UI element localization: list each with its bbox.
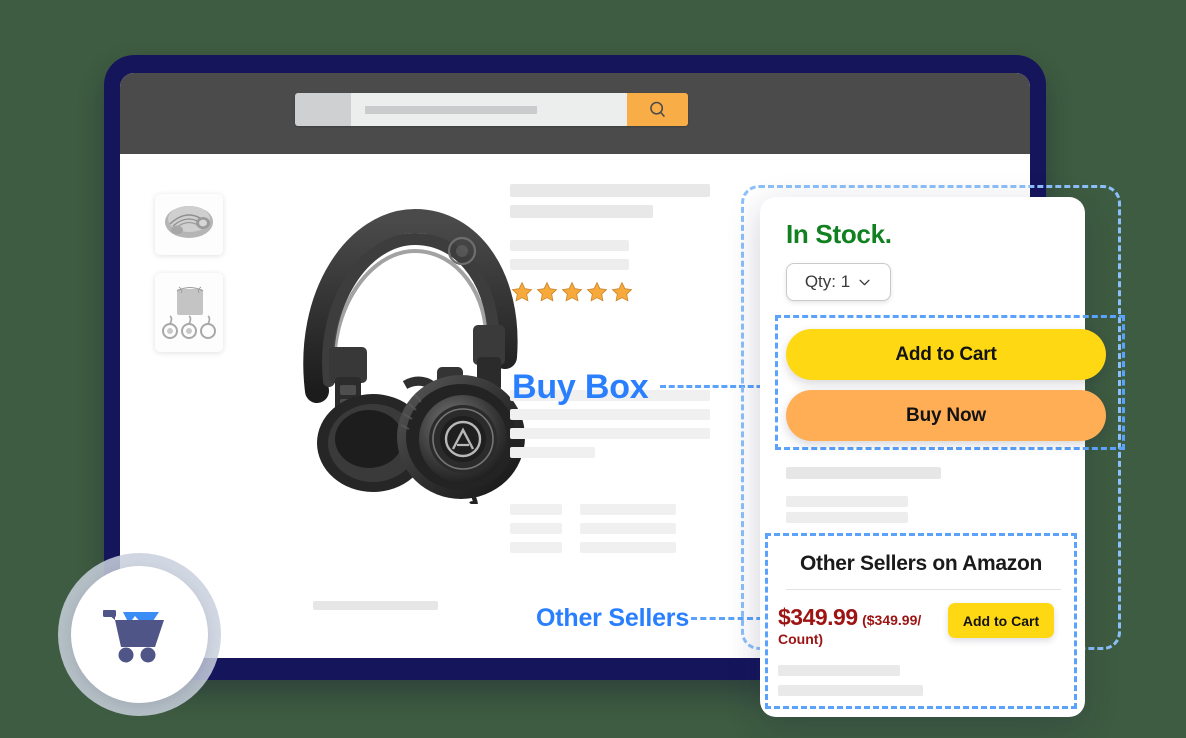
- search-department-selector[interactable]: [295, 93, 351, 126]
- other-sellers-placeholder-line: [778, 685, 923, 696]
- spec-key-placeholder: [510, 504, 562, 515]
- quantity-selector[interactable]: Qty: 1: [786, 263, 891, 301]
- search-icon: [649, 101, 665, 117]
- star-icon: [561, 281, 583, 302]
- buy-box-placeholder-line: [786, 467, 941, 479]
- other-sellers-annotation-label: Other Sellers: [536, 604, 690, 632]
- title-placeholder-line: [510, 184, 710, 197]
- add-to-cart-button[interactable]: Add to Cart: [786, 329, 1106, 380]
- product-details-column: [510, 154, 740, 561]
- other-sellers-placeholder-line: [778, 665, 900, 676]
- spec-value-placeholder: [580, 523, 676, 534]
- headphones-illustration: [303, 208, 525, 507]
- availability-status: In Stock.: [786, 219, 892, 249]
- buy-box-annotation-label: Buy Box: [512, 368, 649, 406]
- search-input[interactable]: [351, 93, 627, 126]
- spec-row: [510, 504, 740, 523]
- star-icon: [511, 281, 533, 302]
- cart-badge-disc: [71, 566, 208, 703]
- spec-value-placeholder: [580, 504, 676, 515]
- spec-value-placeholder: [580, 542, 676, 553]
- chevron-down-icon: [859, 279, 870, 285]
- accessories-thumbnail[interactable]: [155, 273, 223, 352]
- star-icon: [586, 281, 608, 302]
- buy-box-placeholder-line: [786, 496, 908, 507]
- search-bar[interactable]: [295, 93, 688, 126]
- illustration-stage: Buy Box Other Sellers In Stock. Qty: 1 A…: [0, 0, 1186, 738]
- headphones-thumbnail[interactable]: [155, 194, 223, 255]
- spec-row: [510, 523, 740, 542]
- subtitle-placeholder-line: [510, 240, 629, 251]
- other-sellers-price-block: $349.99 ($349.99/ Count): [778, 604, 928, 650]
- title-placeholder-line: [510, 205, 653, 218]
- buy-now-button[interactable]: Buy Now: [786, 390, 1106, 441]
- rating-stars[interactable]: [510, 280, 740, 304]
- other-sellers-divider: [786, 589, 1061, 590]
- search-button[interactable]: [627, 93, 688, 126]
- spec-row: [510, 542, 740, 561]
- buy-box-placeholder-line: [786, 512, 908, 523]
- browser-top-bar: [120, 73, 1030, 154]
- image-caption-placeholder: [313, 601, 438, 610]
- spec-key-placeholder: [510, 523, 562, 534]
- other-sellers-title: Other Sellers on Amazon: [800, 552, 1043, 575]
- cart-badge: [58, 553, 221, 716]
- star-icon: [536, 281, 558, 302]
- offer-price: $349.99: [778, 604, 858, 630]
- thumbnail-list: [155, 194, 223, 370]
- description-placeholder-line: [510, 409, 710, 420]
- accessories-thumb-icon: [162, 286, 216, 339]
- subtitle-placeholder-line: [510, 259, 629, 270]
- headphones-thumb-icon: [165, 206, 213, 238]
- search-placeholder-bar: [365, 106, 537, 114]
- quantity-label: Qty: 1: [804, 272, 851, 291]
- star-icon: [611, 281, 633, 302]
- mining-cart-icon: [102, 609, 164, 662]
- other-seller-add-to-cart-button[interactable]: Add to Cart: [948, 603, 1054, 638]
- product-hero-image: [265, 199, 545, 507]
- spec-key-placeholder: [510, 542, 562, 553]
- description-placeholder-line: [510, 428, 710, 439]
- description-placeholder-line: [510, 447, 595, 458]
